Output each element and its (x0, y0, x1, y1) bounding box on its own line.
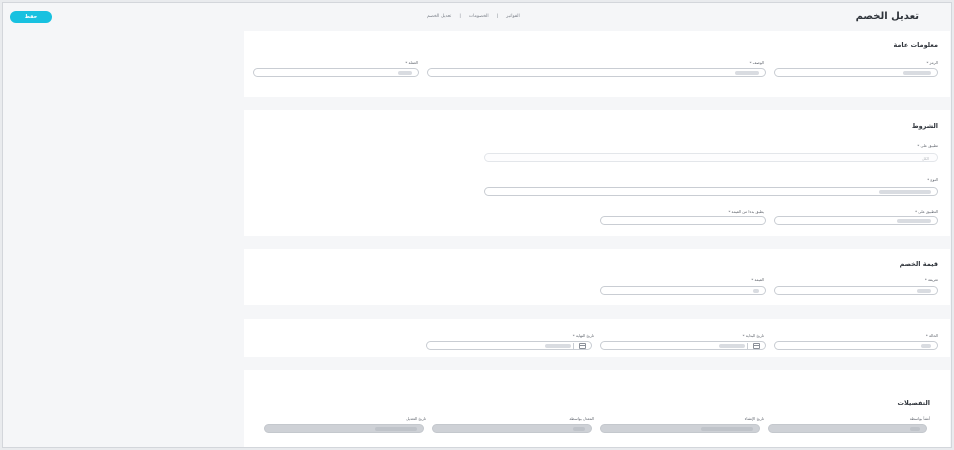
status-select[interactable] (774, 341, 938, 350)
status-label: الحالة * (925, 333, 938, 338)
code-field[interactable] (774, 68, 938, 77)
breadcrumb-separator: | (496, 14, 499, 19)
applied-on-value (897, 219, 931, 223)
page-title: تعديل الخصم (855, 11, 919, 22)
end-date-label: تاريخ النهاية * (572, 333, 594, 338)
modified-by-value (573, 427, 585, 431)
breadcrumb-item-discounts[interactable]: الخصومات (469, 14, 489, 19)
tariff-value (917, 289, 931, 293)
created-at-label: تاريخ الإنشاء (744, 416, 764, 421)
validity-card: الحالة * تاريخ البداية * تاريخ النهاية * (244, 319, 950, 357)
type-value (879, 190, 931, 194)
applied-on-label: التطبيق على * (915, 209, 938, 214)
apply-on-placeholder: الكل (921, 155, 929, 161)
tariff-label: تعريفة * (924, 277, 938, 282)
applied-on-select[interactable] (774, 216, 938, 225)
breadcrumb-item-invoices[interactable]: الفواتير (506, 14, 520, 19)
modified-by-label: المعدل بواسطة (569, 416, 594, 421)
discount-value-card: قيمة الخصم تعريفة * القيمة * (244, 249, 950, 305)
breadcrumb-separator: | (459, 14, 461, 19)
start-date-field[interactable] (600, 341, 766, 350)
section-title-general: معلومات عامة (893, 41, 938, 49)
created-at-value (701, 427, 753, 431)
breadcrumb: الفواتير | الخصومات | تعديل الخصم (423, 14, 524, 19)
value-label: القيمة * (751, 277, 764, 282)
section-title-details: التفصيلات (897, 399, 930, 407)
start-date-value (719, 344, 745, 348)
modified-at-label: تاريخ التعديل (406, 416, 426, 421)
calendar-icon[interactable] (753, 343, 760, 349)
general-info-card: معلومات عامة الرمز * الوصف * العملة * (244, 31, 950, 97)
end-date-divider (573, 343, 574, 349)
currency-value (398, 71, 412, 75)
modified-at-field (264, 424, 424, 433)
breadcrumb-item-edit-discount: تعديل الخصم (427, 14, 452, 19)
tariff-select[interactable] (774, 286, 938, 295)
apply-on-select[interactable]: الكل (484, 153, 938, 162)
app-frame: حفظ الفواتير | الخصومات | تعديل الخصم تعديل … (2, 2, 952, 448)
created-by-label: أنشأ بواسطة (909, 416, 930, 421)
type-label: النوع * (927, 177, 938, 182)
currency-field[interactable] (253, 68, 419, 77)
status-value (921, 344, 931, 348)
code-label: الرمز * (926, 60, 938, 65)
type-select[interactable] (484, 187, 938, 196)
top-bar: حفظ الفواتير | الخصومات | تعديل الخصم تعديل … (3, 3, 951, 33)
applied-from-label: يطبق بدءا من القيمة * (728, 209, 764, 214)
created-by-value (910, 427, 920, 431)
end-date-value (545, 344, 571, 348)
value-value (753, 289, 759, 293)
apply-on-label: تطبيق على * (917, 143, 938, 148)
modified-at-value (375, 427, 417, 431)
description-label: الوصف * (749, 60, 764, 65)
code-value (903, 71, 931, 75)
created-by-field (768, 424, 927, 433)
applied-from-field[interactable] (600, 216, 766, 225)
modified-by-field (432, 424, 592, 433)
start-date-label: تاريخ البداية * (742, 333, 764, 338)
currency-label: العملة * (405, 60, 418, 65)
section-title-discount-value: قيمة الخصم (899, 260, 938, 268)
details-card: التفصيلات أنشأ بواسطة تاريخ الإنشاء المع… (244, 370, 950, 447)
section-title-conditions: الشروط (911, 122, 938, 130)
save-button[interactable]: حفظ (10, 11, 52, 23)
calendar-icon[interactable] (579, 343, 586, 349)
value-field[interactable] (600, 286, 766, 295)
start-date-divider (747, 343, 748, 349)
end-date-field[interactable] (426, 341, 592, 350)
description-value (735, 71, 759, 75)
created-at-field (600, 424, 760, 433)
description-field[interactable] (427, 68, 766, 77)
conditions-card: الشروط تطبيق على * الكل النوع * التطبيق … (244, 110, 950, 236)
